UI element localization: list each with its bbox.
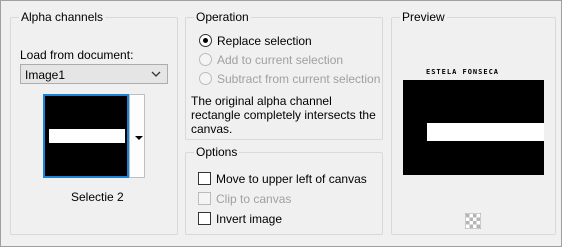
radio-subtract-from-selection[interactable]: Subtract from current selection: [199, 71, 381, 87]
radio-add-to-selection-control[interactable]: [199, 53, 212, 66]
checkbox-clip-to-canvas[interactable]: Clip to canvas: [198, 191, 378, 207]
operation-description: The original alpha channel rectangle com…: [191, 94, 379, 136]
alpha-channels-title: Alpha channels: [19, 10, 106, 24]
checkbox-move-to-upper-left-label: Move to upper left of canvas: [216, 172, 367, 186]
description-line-3: canvas.: [191, 122, 233, 136]
chevron-down-icon: [151, 71, 161, 77]
checkbox-clip-to-canvas-label: Clip to canvas: [216, 192, 292, 206]
operation-title: Operation: [194, 10, 251, 24]
channel-name-label: Selectie 2: [71, 190, 124, 204]
radio-replace-selection[interactable]: Replace selection: [199, 33, 379, 49]
checkbox-clip-to-canvas-control[interactable]: [198, 192, 211, 205]
checkerboard-icon[interactable]: [465, 213, 481, 229]
radio-selected-dot: [203, 38, 208, 43]
checkbox-invert-image-label: Invert image: [216, 212, 283, 226]
radio-add-to-selection[interactable]: Add to current selection: [199, 52, 379, 68]
thumbnail-dropdown-button[interactable]: [129, 94, 145, 178]
preview-selection-band: [427, 123, 544, 141]
checkbox-invert-image[interactable]: Invert image: [198, 211, 378, 227]
preview-title: Preview: [400, 10, 447, 24]
preview-watermark: ESTELA FONSECA: [426, 68, 500, 76]
checkbox-move-to-upper-left-control[interactable]: [198, 172, 211, 185]
description-line-1: The original alpha channel: [191, 94, 332, 108]
document-select[interactable]: Image1: [20, 64, 168, 84]
options-title: Options: [194, 145, 240, 159]
radio-subtract-from-selection-control[interactable]: [199, 72, 212, 85]
load-from-document-label: Load from document:: [20, 48, 133, 62]
radio-replace-selection-control[interactable]: [199, 34, 212, 47]
checkbox-invert-image-control[interactable]: [198, 212, 211, 225]
radio-replace-selection-label: Replace selection: [217, 34, 312, 48]
document-select-value: Image1: [25, 68, 66, 82]
thumbnail-selection-band: [49, 129, 125, 143]
alpha-channel-thumbnail[interactable]: [43, 94, 129, 178]
triangle-down-icon: [135, 136, 143, 140]
preview-canvas: [403, 80, 544, 175]
radio-subtract-from-selection-label: Subtract from current selection: [217, 72, 381, 86]
checkbox-move-to-upper-left[interactable]: Move to upper left of canvas: [198, 171, 378, 187]
radio-add-to-selection-label: Add to current selection: [217, 53, 344, 67]
description-line-2: rectangle completely intersects the: [191, 108, 376, 122]
load-from-document-text: Load from document:: [20, 48, 134, 62]
